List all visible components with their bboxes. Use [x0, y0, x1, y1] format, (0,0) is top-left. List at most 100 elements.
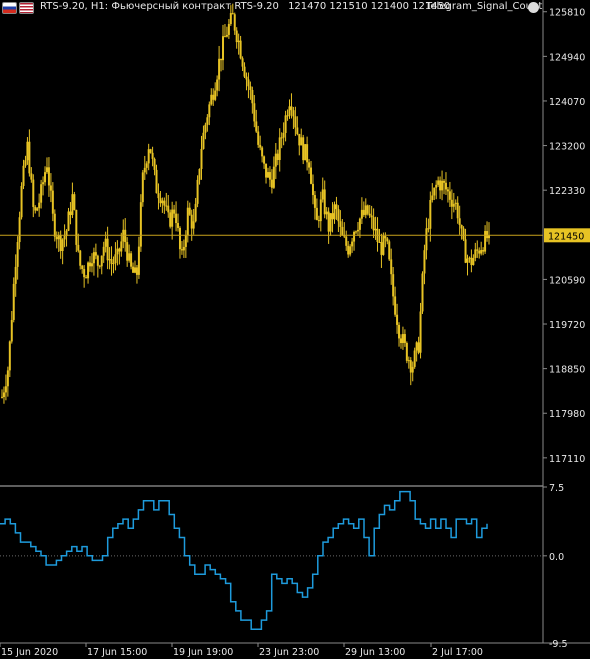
price-candle — [186, 200, 189, 243]
price-candle — [392, 267, 395, 306]
price-candle — [114, 242, 117, 271]
price-candle — [83, 265, 86, 288]
price-candle — [331, 202, 334, 233]
price-candle — [1, 389, 3, 399]
price-candle — [49, 173, 52, 203]
price-candle — [288, 99, 291, 119]
price-candle — [79, 249, 82, 270]
price-candle — [353, 230, 356, 251]
indicator-tick-label: 7.5 — [549, 483, 564, 494]
price-candle — [452, 192, 455, 213]
price-candle — [399, 334, 402, 349]
price-candle — [12, 277, 15, 323]
price-tick-label: 125810 — [549, 8, 585, 19]
indicator-title[interactable]: Telegram_Signal_Count — [426, 1, 542, 12]
price-candle — [184, 230, 187, 258]
price-candle — [409, 357, 412, 386]
price-candle — [225, 26, 228, 38]
price-candle — [444, 172, 447, 196]
price-candle — [311, 174, 314, 205]
price-candle — [241, 56, 244, 72]
price-candle — [292, 106, 295, 130]
price-candle — [61, 238, 64, 265]
price-candle — [40, 179, 43, 209]
price-candle — [325, 207, 328, 220]
price-candle — [173, 204, 176, 218]
price-candle — [145, 161, 148, 175]
price-candle — [456, 196, 459, 224]
price-candle — [10, 311, 13, 344]
price-candle — [282, 122, 285, 146]
price-candle — [411, 361, 414, 382]
price-candle — [161, 197, 164, 213]
price-candle — [20, 182, 23, 220]
price-tick-label: 119720 — [549, 320, 585, 331]
price-candle — [65, 229, 68, 247]
price-tick-label: 123200 — [549, 142, 585, 153]
price-candle — [394, 286, 397, 317]
price-candle — [196, 175, 199, 208]
price-candle — [133, 260, 136, 274]
price-candle — [163, 197, 166, 214]
price-candle — [159, 190, 162, 207]
price-candle — [67, 207, 70, 232]
price-candle — [32, 174, 35, 218]
price-candles — [1, 3, 490, 404]
price-candle — [380, 233, 383, 268]
price-candle — [212, 88, 215, 106]
time-tick-label: 29 Jun 13:00 — [345, 647, 405, 658]
price-candle — [337, 205, 340, 233]
indicator-series-line — [0, 490, 488, 630]
time-tick-label: 17 Jun 15:00 — [87, 647, 147, 658]
price-candle — [251, 86, 254, 114]
price-candle — [188, 202, 191, 216]
price-tick-label: 118850 — [549, 365, 585, 376]
price-candle — [335, 196, 338, 220]
price-candle — [355, 230, 358, 235]
price-candle — [155, 164, 158, 194]
price-candle — [157, 183, 160, 210]
price-candle — [319, 191, 322, 232]
symbol-flag-icon — [2, 2, 17, 14]
price-candle — [356, 222, 359, 236]
price-candle — [204, 122, 207, 140]
indicator-settings-icon[interactable] — [528, 2, 539, 13]
price-candle — [120, 232, 123, 257]
price-candle — [472, 254, 475, 266]
price-candle — [474, 242, 477, 262]
price-candle — [147, 143, 150, 171]
price-candle — [476, 240, 479, 258]
price-candle — [177, 213, 180, 232]
price-candle — [333, 201, 336, 224]
price-candle — [403, 329, 406, 347]
price-candle — [384, 232, 387, 248]
price-candle — [143, 155, 146, 180]
price-candle — [435, 180, 438, 200]
price-candle — [417, 336, 420, 355]
price-candle — [347, 241, 350, 258]
price-candle — [235, 27, 238, 49]
price-candle — [478, 247, 481, 259]
price-candle — [171, 201, 174, 240]
price-candle — [253, 95, 256, 128]
price-tick-label: 117110 — [549, 454, 585, 465]
price-candle — [433, 187, 436, 201]
price-candle — [53, 209, 56, 242]
price-tick-label: 124070 — [549, 97, 585, 108]
price-candle — [364, 198, 367, 219]
price-candle — [69, 202, 72, 225]
price-candle — [268, 166, 271, 187]
price-candle — [110, 246, 113, 276]
price-candle — [439, 176, 442, 199]
price-candle — [421, 271, 424, 314]
price-candle — [484, 225, 487, 254]
price-candle — [239, 35, 242, 60]
price-candle — [96, 254, 99, 278]
price-candle — [45, 157, 48, 174]
price-candle — [200, 135, 203, 180]
price-candle — [165, 192, 168, 211]
price-candle — [390, 248, 393, 285]
price-candle — [407, 356, 410, 369]
price-candle — [98, 264, 101, 269]
price-candle — [425, 217, 428, 260]
